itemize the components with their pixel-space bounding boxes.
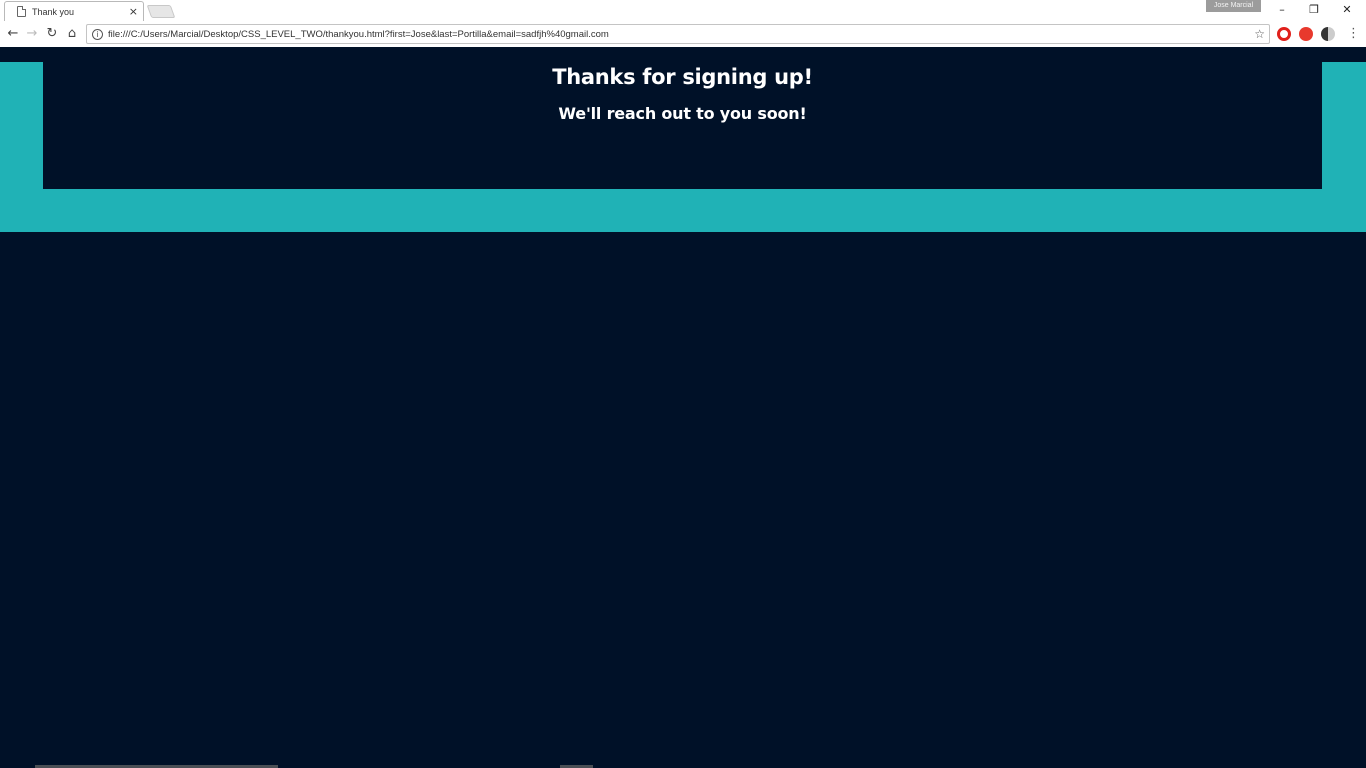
hero-panel: Thanks for signing up! We'll reach out t… <box>43 62 1322 189</box>
page-content: Thanks for signing up! We'll reach out t… <box>0 47 1366 768</box>
address-bar[interactable]: i file:///C:/Users/Marcial/Desktop/CSS_L… <box>86 24 1270 44</box>
reload-icon[interactable]: ↻ <box>43 25 61 43</box>
close-window-icon[interactable]: ✕ <box>1339 2 1355 18</box>
browser-tab[interactable]: Thank you × <box>4 1 144 21</box>
hero-band: Thanks for signing up! We'll reach out t… <box>0 62 1366 232</box>
browser-menu-icon[interactable]: ⋮ <box>1347 26 1360 42</box>
profile-button[interactable]: Jose Marcial <box>1206 0 1261 12</box>
info-icon[interactable]: i <box>92 28 103 40</box>
page-title: Thanks for signing up! <box>552 65 813 89</box>
minimize-icon[interactable]: – <box>1274 2 1290 18</box>
browser-toolbar: ← → ↻ ⌂ i file:///C:/Users/Marcial/Deskt… <box>0 21 1366 47</box>
new-tab-button[interactable] <box>146 5 176 18</box>
forward-icon[interactable]: → <box>23 25 41 43</box>
page-icon <box>17 6 26 17</box>
tab-title: Thank you <box>32 6 75 17</box>
page-subtitle: We'll reach out to you soon! <box>558 104 807 123</box>
tab-strip: Thank you × Jose Marcial – ❐ ✕ <box>0 0 1366 21</box>
back-icon[interactable]: ← <box>4 25 22 43</box>
home-icon[interactable]: ⌂ <box>63 25 81 43</box>
tab-close-icon[interactable]: × <box>129 5 138 18</box>
bookmark-star-icon[interactable]: ☆ <box>1254 27 1265 41</box>
opera-icon[interactable] <box>1277 27 1291 41</box>
adblock-icon[interactable] <box>1299 27 1313 41</box>
restore-icon[interactable]: ❐ <box>1306 2 1322 18</box>
dark-mode-icon[interactable] <box>1321 27 1335 41</box>
url-text[interactable]: file:///C:/Users/Marcial/Desktop/CSS_LEV… <box>108 29 1254 40</box>
